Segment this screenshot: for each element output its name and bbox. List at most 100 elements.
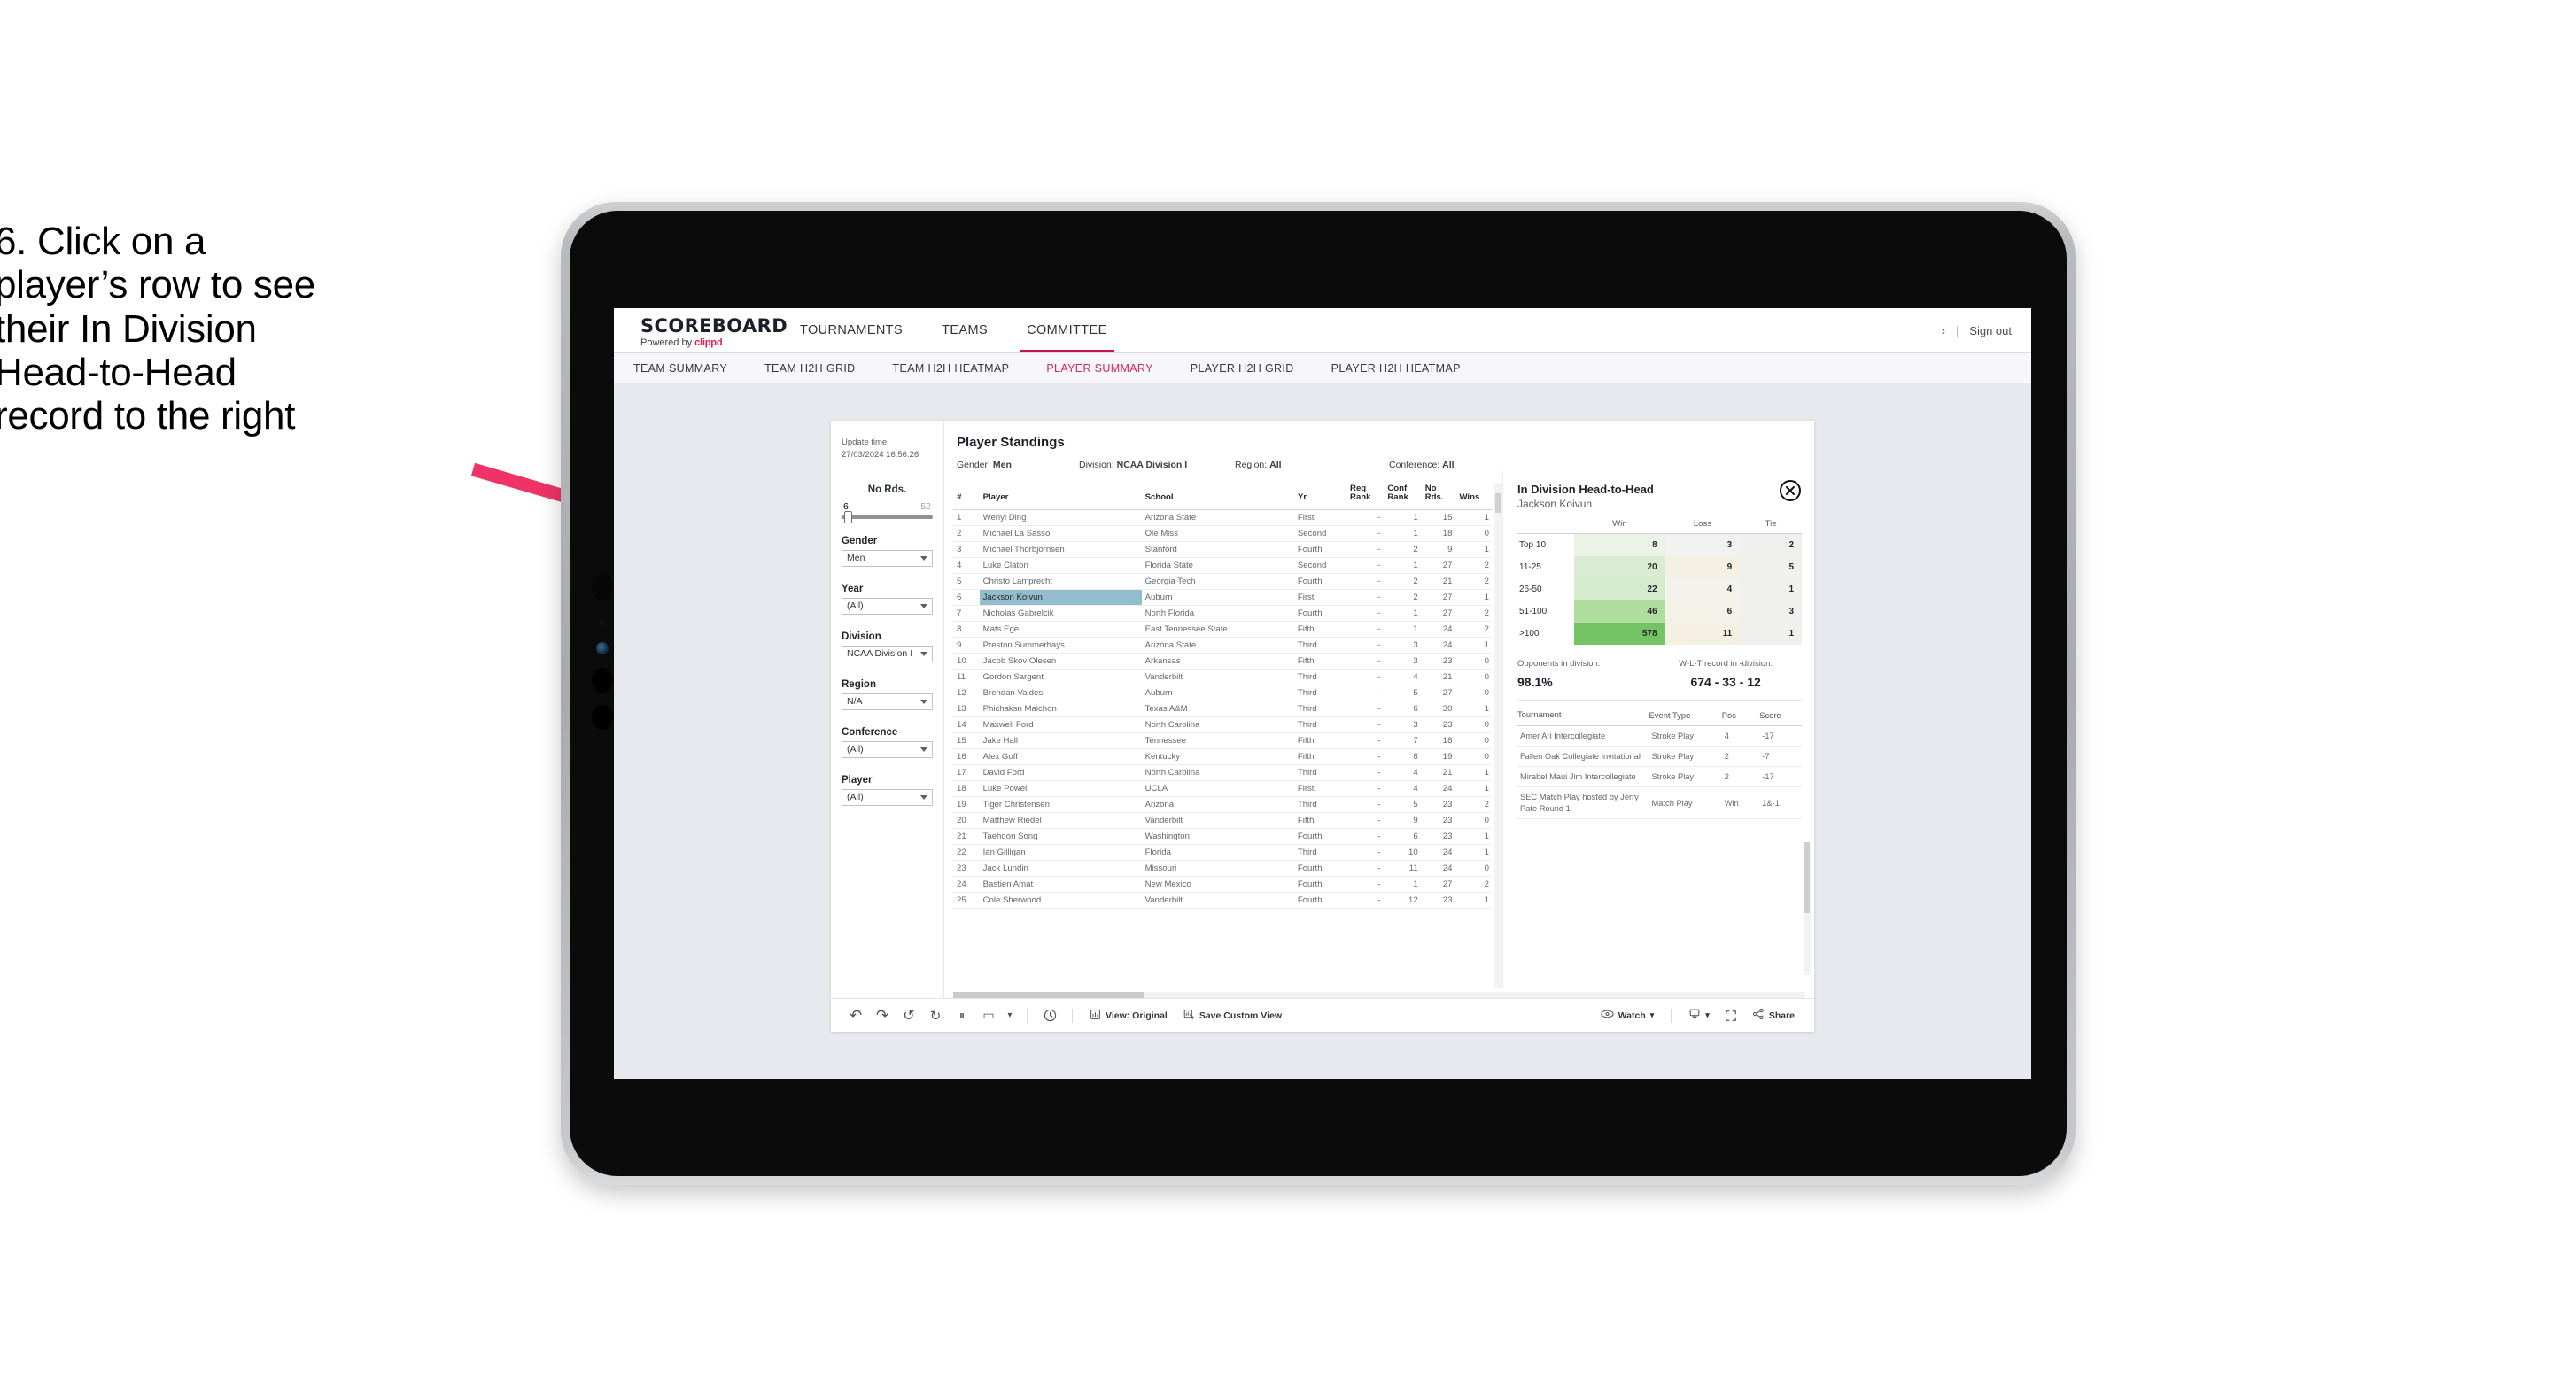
refresh-icon[interactable]: ↻ bbox=[923, 1004, 948, 1027]
h2h-tie-cell: 1 bbox=[1740, 623, 1802, 645]
tab-team-h2h-heatmap[interactable]: TEAM H2H HEATMAP bbox=[893, 362, 1031, 375]
scrollbar-thumb[interactable] bbox=[1495, 493, 1501, 513]
fullscreen-icon[interactable] bbox=[1719, 1004, 1743, 1027]
table-row[interactable]: 20 Matthew Riedel Vanderbilt Fifth -9 23 0 bbox=[953, 812, 1493, 829]
tab-team-summary[interactable]: TEAM SUMMARY bbox=[633, 362, 749, 375]
watch-button[interactable]: Watch ▾ bbox=[1594, 1009, 1662, 1022]
no-rounds-slider[interactable]: No Rds. 6 52 bbox=[842, 484, 933, 523]
cell-school: Washington bbox=[1141, 828, 1294, 845]
close-circle-icon[interactable] bbox=[1779, 479, 1802, 502]
th-yr[interactable]: Yr bbox=[1293, 483, 1347, 510]
cell-school: Florida bbox=[1141, 844, 1294, 861]
table-row[interactable]: 7 Nicholas Gabrelcik North Florida Fourth -1… bbox=[953, 605, 1493, 622]
th-reg-rank[interactable]: Reg Rank bbox=[1346, 483, 1385, 510]
table-row[interactable]: 24 Bastien Amat New Mexico Fourth -1 27 2 bbox=[953, 876, 1493, 893]
tab-team-h2h-grid[interactable]: TEAM H2H GRID bbox=[764, 362, 876, 375]
cell-rds: 23 bbox=[1421, 653, 1456, 670]
filter-player-select[interactable]: (All) bbox=[842, 788, 933, 806]
table-row[interactable]: 10 Jacob Skov Olesen Arkansas Fifth -3 23 0 bbox=[953, 653, 1493, 670]
table-row[interactable]: 2 Michael La Sasso Ole Miss Second -1 18 0 bbox=[953, 525, 1493, 542]
table-row[interactable]: 11 Gordon Sargent Vanderbilt Third -4 21 0 bbox=[953, 669, 1493, 685]
th-player[interactable]: Player bbox=[979, 483, 1142, 510]
download-button[interactable]: ▾ bbox=[1681, 1008, 1717, 1023]
table-row[interactable]: 19 Tiger Christensen Arizona Third -5 23 2 bbox=[953, 796, 1493, 813]
filter-conference-select[interactable]: (All) bbox=[842, 740, 933, 758]
meta-conference-label: Conference: bbox=[1389, 460, 1440, 470]
revert-icon[interactable]: ↺ bbox=[896, 1004, 921, 1027]
filter-division-select[interactable]: NCAA Division I bbox=[842, 645, 933, 662]
table-row[interactable]: 23 Jack Lundin Missouri Fourth -11 24 0 bbox=[953, 860, 1493, 877]
table-row[interactable]: 4 Luke Claton Florida State Second -1 27 2 bbox=[953, 557, 1493, 574]
slider-handle[interactable] bbox=[844, 510, 852, 523]
table-row[interactable]: 13 Phichaksn Maichon Texas A&M Third -6 30 1 bbox=[953, 701, 1493, 717]
nav-committee[interactable]: COMMITTEE bbox=[1007, 308, 1127, 352]
tab-player-summary[interactable]: PLAYER SUMMARY bbox=[1046, 362, 1174, 375]
table-row[interactable]: 16 Alex Goff Kentucky Fifth -8 19 0 bbox=[953, 748, 1493, 765]
pause-icon[interactable]: ⏸ bbox=[950, 1004, 974, 1027]
nav-tournaments[interactable]: TOURNAMENTS bbox=[780, 308, 922, 352]
cell-rds: 23 bbox=[1421, 716, 1456, 733]
table-vertical-scrollbar[interactable] bbox=[1494, 483, 1502, 988]
cell-school: New Mexico bbox=[1141, 876, 1294, 893]
scrollbar-thumb[interactable] bbox=[1804, 842, 1810, 913]
cell-rds: 21 bbox=[1421, 764, 1456, 781]
cell-reg: - bbox=[1346, 637, 1385, 654]
workspace: Update time: 27/03/2024 16:56:26 No Rds.… bbox=[614, 383, 2031, 1079]
clock-icon[interactable] bbox=[1037, 1004, 1062, 1027]
save-custom-view-button[interactable]: Save Custom View bbox=[1176, 1009, 1289, 1023]
tab-player-h2h-heatmap[interactable]: PLAYER H2H HEATMAP bbox=[1331, 362, 1482, 375]
table-row[interactable]: 6 Jackson Koivun Auburn First -2 27 1 bbox=[953, 589, 1493, 606]
table-row[interactable]: 1 Wenyi Ding Arizona State First -1 15 1 bbox=[953, 509, 1493, 526]
th-wins[interactable]: Wins bbox=[1455, 483, 1493, 510]
h2h-th-loss: Loss bbox=[1664, 519, 1741, 534]
th-rank[interactable]: # bbox=[953, 483, 980, 510]
filter-year-select[interactable]: (All) bbox=[842, 597, 933, 615]
filter-division-label: Division bbox=[842, 631, 881, 642]
camera-icon bbox=[592, 574, 613, 600]
cell-player: Maxwell Ford bbox=[979, 716, 1142, 733]
cell-conf: 1 bbox=[1384, 876, 1422, 893]
th-conf-rank[interactable]: Conf Rank bbox=[1384, 483, 1422, 510]
h2h-win-cell: 20 bbox=[1574, 556, 1665, 578]
th-school[interactable]: School bbox=[1141, 483, 1294, 510]
nav-teams[interactable]: TEAMS bbox=[922, 308, 1007, 352]
save-view-icon bbox=[1183, 1009, 1195, 1023]
cell-yr: First bbox=[1293, 780, 1347, 797]
table-row[interactable]: 22 Ian Gilligan Florida Third -10 24 1 bbox=[953, 844, 1493, 861]
redo-icon[interactable]: ↷ bbox=[870, 1004, 895, 1027]
slider-track[interactable] bbox=[842, 510, 933, 523]
tab-player-h2h-grid[interactable]: PLAYER H2H GRID bbox=[1191, 362, 1315, 375]
cell-player: Jake Hall bbox=[979, 732, 1142, 749]
th-rds-line2: Rds. bbox=[1424, 492, 1444, 503]
tournament-row: Fallen Oak Collegiate Invitational Stroke… bbox=[1517, 746, 1802, 768]
undo-icon[interactable]: ↶ bbox=[843, 1004, 868, 1027]
share-button[interactable]: Share bbox=[1745, 1008, 1802, 1023]
table-row[interactable]: 17 David Ford North Carolina Third -4 21 1 bbox=[953, 764, 1493, 781]
highlight-icon[interactable]: ▭ bbox=[976, 1004, 1001, 1027]
account-chevron-icon[interactable]: › bbox=[1942, 324, 1945, 337]
table-row[interactable]: 14 Maxwell Ford North Carolina Third -3 23 0 bbox=[953, 716, 1493, 733]
cell-wins: 0 bbox=[1455, 812, 1493, 829]
sign-out-link[interactable]: Sign out bbox=[1969, 324, 2012, 337]
cell-reg: - bbox=[1346, 573, 1385, 590]
table-horizontal-scrollbar[interactable] bbox=[953, 992, 1805, 998]
scrollbar-thumb[interactable] bbox=[953, 992, 1144, 998]
table-row[interactable]: 5 Christo Lamprecht Georgia Tech Fourth -2 21… bbox=[953, 573, 1493, 590]
filter-region-value: N/A bbox=[847, 696, 863, 708]
table-row[interactable]: 25 Cole Sherwood Vanderbilt Fourth -12 23 1 bbox=[953, 892, 1493, 909]
table-row[interactable]: 12 Brendan Valdes Auburn Third -5 27 0 bbox=[953, 685, 1493, 701]
table-row[interactable]: 18 Luke Powell UCLA First -4 24 1 bbox=[953, 780, 1493, 797]
table-row[interactable]: 8 Mats Ege East Tennessee State Fifth -1 24 2 bbox=[953, 621, 1493, 638]
filter-region-select[interactable]: N/A bbox=[842, 693, 933, 710]
filter-gender-select[interactable]: Men bbox=[842, 549, 933, 567]
th-no-rds[interactable]: No Rds. bbox=[1421, 483, 1456, 510]
brand-logo[interactable]: SCOREBOARD Powered by clippd bbox=[614, 308, 788, 352]
view-original-button[interactable]: View: Original bbox=[1082, 1009, 1175, 1023]
table-row[interactable]: 9 Preston Summerhays Arizona State Third -3 2… bbox=[953, 637, 1493, 654]
chevron-down-icon[interactable]: ▾ bbox=[1003, 1004, 1017, 1027]
cell-reg: - bbox=[1346, 669, 1385, 685]
table-row[interactable]: 3 Michael Thorbjornsen Stanford Fourth -2 9 1 bbox=[953, 541, 1493, 558]
table-row[interactable]: 15 Jake Hall Tennessee Fifth -7 18 0 bbox=[953, 732, 1493, 749]
tournament-scrollbar[interactable] bbox=[1804, 842, 1811, 975]
table-row[interactable]: 21 Taehoon Song Washington Fourth -6 23 1 bbox=[953, 828, 1493, 845]
